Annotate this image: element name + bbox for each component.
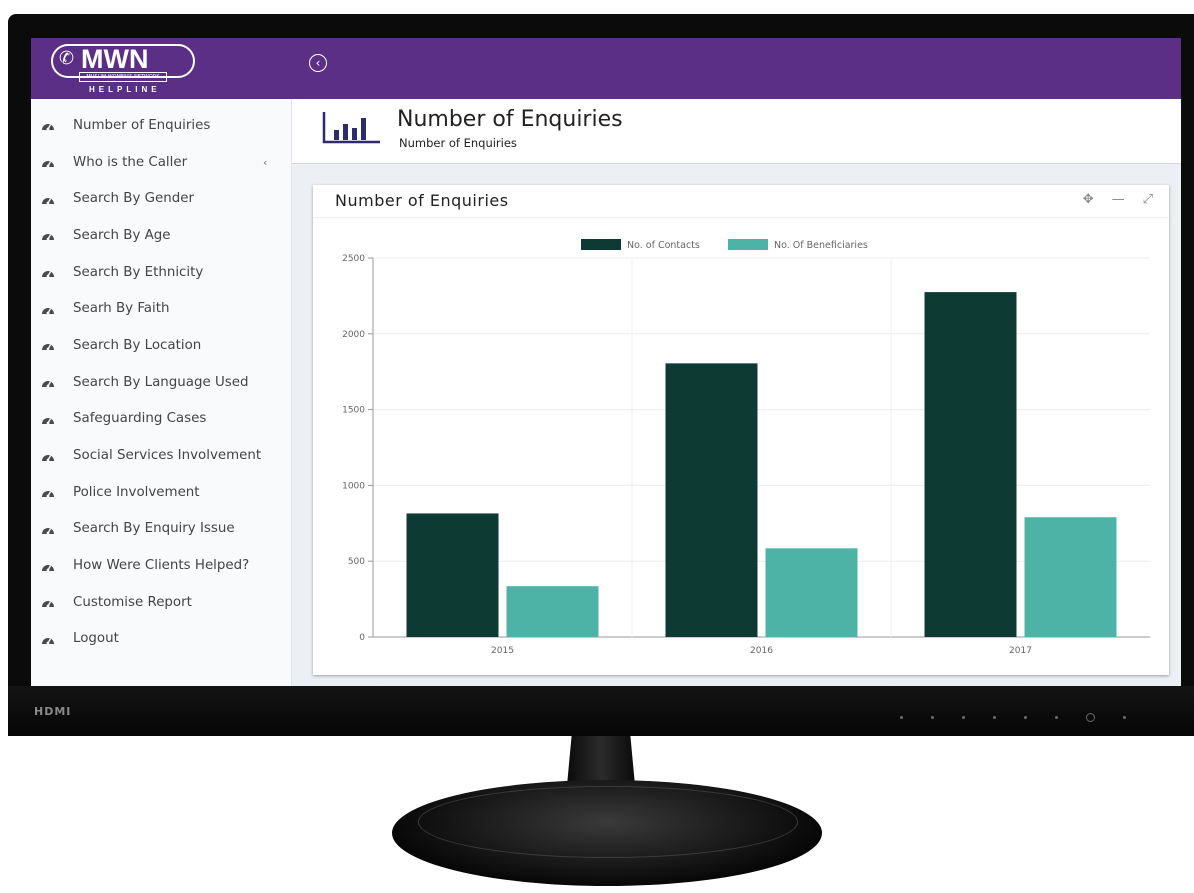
dashboard-icon (42, 234, 54, 241)
sidebar-item-label: Searh By Faith (73, 301, 170, 317)
sidebar-item[interactable]: Searh By Faith (31, 290, 291, 327)
logo-subtext: MUSLIM WOMEN'S NETWORK (79, 72, 167, 82)
sidebar-item-label: Social Services Involvement (73, 448, 262, 464)
sidebar-item-label: Customise Report (73, 594, 192, 610)
sidebar-item[interactable]: Search By Location (31, 327, 291, 364)
sidebar-item[interactable]: Police Involvement (31, 474, 291, 511)
y-tick-label: 2000 (342, 330, 365, 340)
bar (924, 292, 1017, 637)
sidebar-item-label: Search By Location (73, 337, 202, 353)
dashboard-icon (42, 491, 54, 498)
dashboard-icon (42, 197, 54, 205)
y-tick-label: 0 (359, 633, 365, 643)
sidebar-toggle-icon[interactable]: ‹ (309, 54, 327, 72)
monitor-buttons (900, 713, 1126, 722)
sidebar-item[interactable]: Social Services Involvement (31, 437, 291, 474)
x-tick-label: 2017 (1009, 646, 1032, 656)
dashboard-icon (42, 527, 54, 535)
dashboard-icon (42, 381, 54, 388)
bar (506, 586, 599, 637)
hdmi-label: HDMI (34, 705, 72, 718)
monitor-button (1055, 716, 1058, 719)
sidebar-item[interactable]: Safeguarding Cases (31, 401, 291, 438)
legend-swatch (581, 239, 621, 250)
bar (665, 363, 758, 637)
screen: ✆ MWN MUSLIM WOMEN'S NETWORK HELPLINE ‹ … (31, 38, 1181, 686)
sidebar-item-label: Search By Enquiry Issue (73, 521, 235, 537)
bar-chart-icon (322, 112, 380, 144)
dashboard-icon (42, 344, 54, 351)
sidebar-item[interactable]: Search By Gender (31, 180, 291, 217)
sidebar-item[interactable]: Search By Language Used (31, 364, 291, 401)
brand-logo[interactable]: ✆ MWN MUSLIM WOMEN'S NETWORK HELPLINE (51, 42, 197, 96)
sidebar-item[interactable]: Customise Report (31, 584, 291, 621)
dashboard-icon (42, 271, 54, 278)
monitor-stand-rim (418, 786, 798, 858)
dashboard-icon (42, 124, 54, 131)
monitor-button (993, 716, 996, 719)
bar (1024, 517, 1117, 637)
top-navbar: ✆ MWN MUSLIM WOMEN'S NETWORK HELPLINE ‹ (31, 38, 1181, 99)
monitor-button (900, 716, 903, 719)
sidebar-item[interactable]: Search By Ethnicity (31, 254, 291, 291)
y-tick-label: 500 (348, 557, 365, 567)
legend-swatch (728, 239, 768, 250)
y-tick-label: 1000 (342, 481, 365, 491)
legend-label: No. Of Beneficiaries (774, 240, 868, 251)
sidebar-item-label: Search By Language Used (73, 374, 249, 390)
bar (406, 513, 499, 637)
sidebar-item[interactable]: Search By Age (31, 217, 291, 254)
legend-label: No. of Contacts (627, 240, 700, 251)
sidebar-item[interactable]: Logout (31, 621, 291, 658)
chart-panel: Number of Enquiries ✥ — ⤢ 0 500 1000 1500 20… (313, 185, 1169, 675)
sidebar: Number of Enquiries Who is the Caller ‹ Sea… (31, 99, 292, 686)
monitor-button (962, 716, 965, 719)
power-button (1086, 713, 1095, 722)
monitor-bezel (8, 686, 1194, 736)
phone-icon: ✆ (59, 48, 75, 69)
sidebar-item[interactable]: Who is the Caller ‹ (31, 144, 291, 181)
sidebar-item[interactable]: Search By Enquiry Issue (31, 511, 291, 548)
monitor-button (931, 716, 934, 719)
sidebar-item-label: Police Involvement (73, 484, 200, 500)
sidebar-item[interactable]: Number of Enquiries (31, 107, 291, 144)
sidebar-item-label: Search By Age (73, 227, 171, 243)
sidebar-item-label: Search By Ethnicity (73, 264, 204, 280)
dashboard-icon (42, 564, 54, 571)
dashboard-icon (42, 307, 54, 315)
content-header: Number of Enquiries Number of Enquiries (292, 99, 1181, 164)
chevron-left-icon: ‹ (263, 155, 268, 169)
bar-chart: 0 500 1000 1500 2000 2500 2015 2016 2017 No. of C… (342, 239, 1150, 656)
logo-text: MWN (81, 44, 149, 74)
bar (765, 548, 858, 637)
sidebar-item-label: Search By Gender (73, 191, 194, 207)
x-tick-label: 2016 (750, 646, 773, 656)
dashboard-icon (42, 161, 54, 168)
sidebar-item-label: Safeguarding Cases (73, 411, 207, 427)
dashboard-icon (42, 454, 54, 461)
y-tick-label: 1500 (342, 406, 365, 416)
sidebar-item-label: How Were Clients Helped? (73, 558, 250, 574)
sidebar-item-label: Number of Enquiries (73, 117, 211, 133)
sidebar-item[interactable]: How Were Clients Helped? (31, 547, 291, 584)
dashboard-icon (42, 417, 54, 425)
sidebar-item-label: Logout (73, 631, 119, 647)
monitor-button (1024, 716, 1027, 719)
sidebar-item-label: Who is the Caller (73, 154, 188, 170)
page-title: Number of Enquiries (397, 107, 623, 132)
dashboard-icon (42, 601, 54, 608)
dashboard-icon (42, 637, 54, 645)
logo-tagline: HELPLINE (89, 85, 161, 94)
monitor-button (1123, 716, 1126, 719)
page-subtitle: Number of Enquiries (399, 136, 517, 150)
y-tick-label: 2500 (342, 254, 365, 264)
x-tick-label: 2015 (491, 646, 514, 656)
